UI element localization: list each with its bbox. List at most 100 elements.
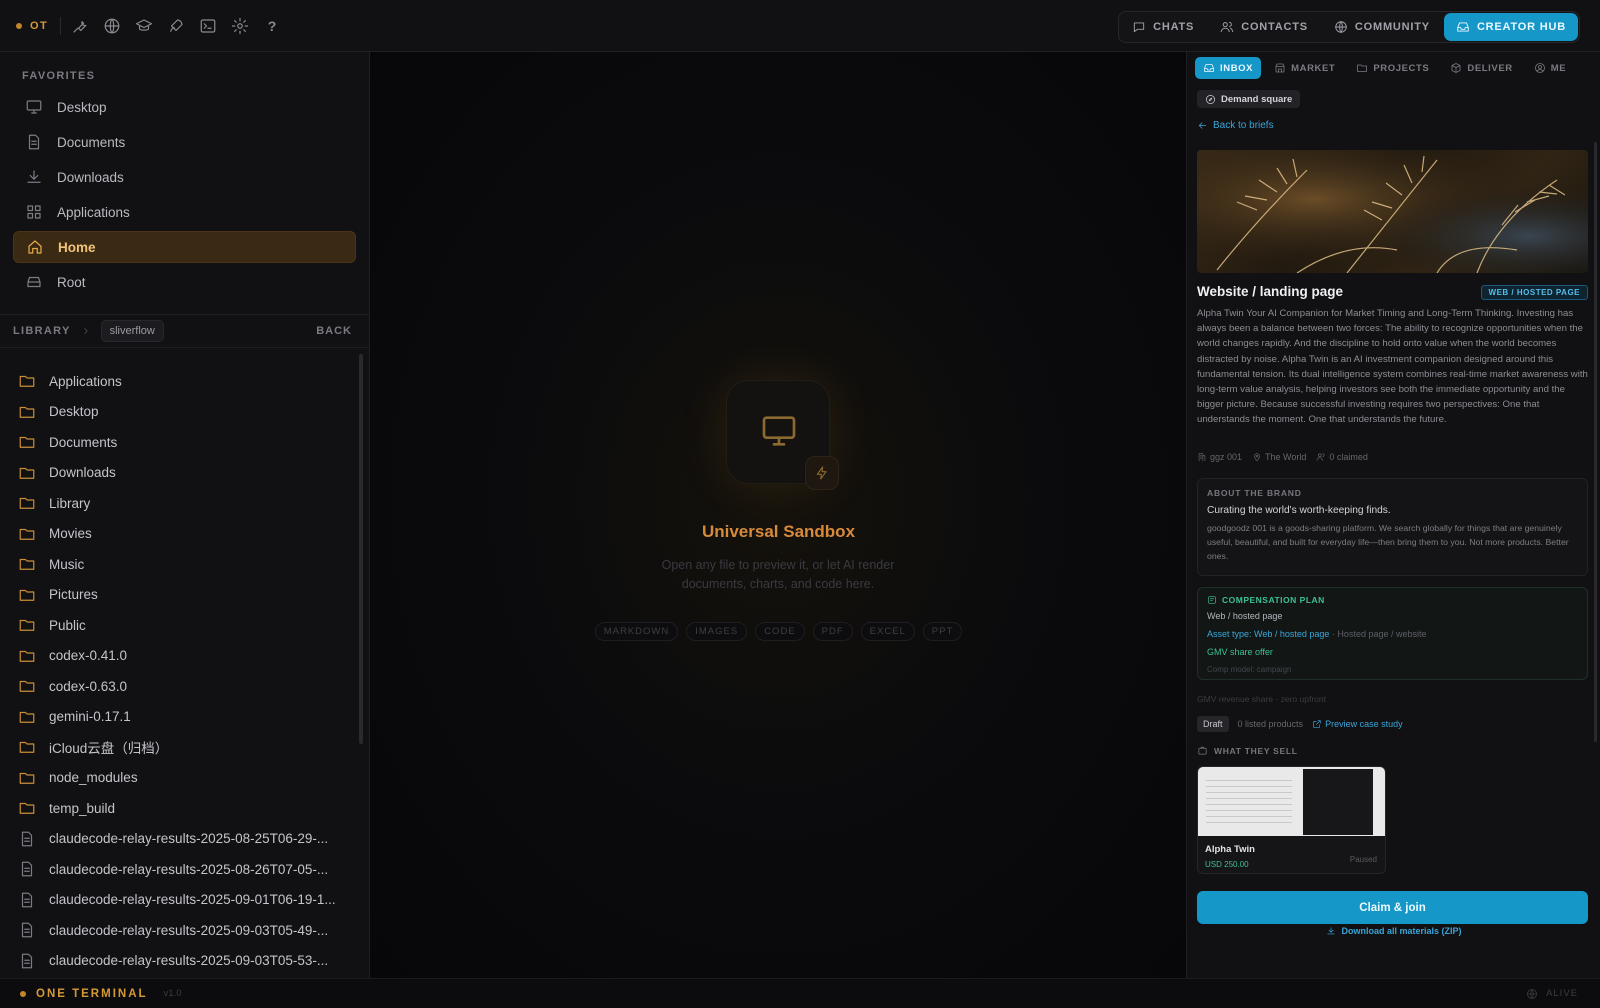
contacts-icon xyxy=(1220,21,1234,33)
nav-community[interactable]: COMMUNITY xyxy=(1322,13,1442,41)
claim-join-button[interactable]: Claim & join xyxy=(1197,891,1588,924)
file-icon xyxy=(21,892,33,908)
nav-frame: CHATS CONTACTS COMMUNITY CREATOR HUB xyxy=(1118,11,1580,43)
nav-creator-hub[interactable]: CREATOR HUB xyxy=(1443,13,1578,41)
folder-item[interactable]: Movies xyxy=(16,519,356,550)
map-pin-icon xyxy=(1254,453,1260,462)
folder-item[interactable]: Applications xyxy=(16,366,356,397)
favorite-downloads[interactable]: Downloads xyxy=(13,161,356,193)
file-name: Movies xyxy=(49,526,92,542)
folder-item[interactable]: Desktop xyxy=(16,397,356,428)
main-nav: CHATS CONTACTS COMMUNITY CREATOR HUB xyxy=(1118,11,1580,43)
listed-products-count: 0 listed products xyxy=(1237,719,1304,729)
rocket-icon[interactable] xyxy=(167,17,185,35)
status-dot xyxy=(16,22,22,29)
folder-item[interactable]: Downloads xyxy=(16,458,356,489)
back-button[interactable]: BACK xyxy=(316,325,352,337)
brief-type-badge: WEB / HOSTED PAGE xyxy=(1480,285,1588,300)
preview-case-study-link[interactable]: Preview case study xyxy=(1312,719,1403,729)
format-tag: CODE xyxy=(755,622,805,641)
demand-square-chip[interactable]: Demand square xyxy=(1197,90,1301,108)
file-name: claudecode-relay-results-2025-09-03T05-5… xyxy=(49,953,329,969)
favorite-documents[interactable]: Documents xyxy=(13,126,356,158)
file-name: Documents xyxy=(49,434,118,450)
file-item[interactable]: claudecode-relay-results-2025-08-26T07-0… xyxy=(16,854,356,885)
nav-contacts[interactable]: CONTACTS xyxy=(1208,13,1320,41)
folder-item[interactable]: Music xyxy=(16,549,356,580)
bolt-icon xyxy=(805,456,839,490)
demand-square-label: Demand square xyxy=(1221,93,1293,105)
favorite-label: Root xyxy=(57,274,86,290)
tab-deliver[interactable]: DELIVER xyxy=(1442,57,1520,79)
folder-item[interactable]: codex-0.41.0 xyxy=(16,641,356,672)
app-name: ONE TERMINAL xyxy=(36,987,148,1000)
about-tagline: Curating the world's worth-keeping finds… xyxy=(1207,505,1391,516)
library-link[interactable]: LIBRARY xyxy=(13,325,71,337)
top-bar: OT ? CHATS CONTACTS COMMUNITY CREATOR HU… xyxy=(0,0,1600,52)
nav-chats[interactable]: CHATS xyxy=(1120,13,1206,41)
format-tags: MARKDOWN IMAGES CODE PDF EXCEL PPT xyxy=(371,622,1186,641)
creator-hub-panel: INBOX MARKET PROJECTS DELIVER ME Demand … xyxy=(1186,52,1600,978)
folder-item[interactable]: gemini-0.17.1 xyxy=(16,702,356,733)
app-brand[interactable]: OT xyxy=(0,20,58,32)
file-icon xyxy=(21,861,33,877)
help-icon[interactable]: ? xyxy=(263,17,281,35)
compensation-card: COMPENSATION PLAN Web / hosted page Asse… xyxy=(1197,587,1588,680)
graduation-cap-icon[interactable] xyxy=(135,17,153,35)
folder-item[interactable]: node_modules xyxy=(16,763,356,794)
download-materials-link[interactable]: Download all materials (ZIP) xyxy=(1187,926,1600,936)
about-heading: ABOUT THE BRAND xyxy=(1207,488,1302,498)
tab-me[interactable]: ME xyxy=(1526,57,1574,79)
favorite-desktop[interactable]: Desktop xyxy=(13,91,356,123)
chevron-right-icon xyxy=(84,328,88,334)
sandbox-view: Universal Sandbox Open any file to previ… xyxy=(371,52,1186,978)
monitor-icon xyxy=(26,100,42,114)
favorite-home[interactable]: Home xyxy=(13,231,356,263)
what-they-sell-label: WHAT THEY SELL xyxy=(1214,745,1298,756)
file-item[interactable]: claudecode-relay-results-2025-09-01T06-1… xyxy=(16,885,356,916)
brief-description: Alpha Twin Your AI Companion for Market … xyxy=(1197,308,1588,426)
preview-case-study-label: Preview case study xyxy=(1325,719,1403,729)
back-to-briefs-label: Back to briefs xyxy=(1213,120,1274,131)
product-status: Paused xyxy=(1349,855,1377,864)
tab-inbox[interactable]: INBOX xyxy=(1195,57,1262,79)
folder-icon xyxy=(19,589,35,601)
file-name: claudecode-relay-results-2025-09-03T05-4… xyxy=(49,922,329,938)
folder-item[interactable]: Documents xyxy=(16,427,356,458)
meta-location-label: The World xyxy=(1265,452,1307,462)
hub-tabs: INBOX MARKET PROJECTS DELIVER ME xyxy=(1195,57,1574,79)
favorite-root[interactable]: Root xyxy=(13,266,356,298)
file-list: Applications Desktop Documents Downloads Lib… xyxy=(16,366,356,976)
terminal-icon[interactable] xyxy=(199,17,217,35)
folder-item[interactable]: temp_build xyxy=(16,793,356,824)
file-item[interactable]: claudecode-relay-results-2025-09-03T05-5… xyxy=(16,946,356,977)
file-item[interactable]: claudecode-relay-results-2025-09-03T05-4… xyxy=(16,915,356,946)
package-icon xyxy=(1451,63,1461,73)
folder-item[interactable]: Public xyxy=(16,610,356,641)
about-body: goodgoodz 001 is a goods-sharing platfor… xyxy=(1207,523,1569,561)
tab-market[interactable]: MARKET xyxy=(1266,57,1343,79)
product-thumbnail xyxy=(1198,767,1385,836)
current-folder-chip[interactable]: sliverflow xyxy=(100,320,164,342)
folder-icon xyxy=(19,406,35,418)
folder-item[interactable]: Pictures xyxy=(16,580,356,611)
file-item[interactable]: claudecode-relay-results-2025-08-25T06-2… xyxy=(16,824,356,855)
folder-item[interactable]: codex-0.63.0 xyxy=(16,671,356,702)
file-name: codex-0.63.0 xyxy=(49,678,128,694)
wrench-icon[interactable] xyxy=(71,17,89,35)
back-to-briefs-link[interactable]: Back to briefs xyxy=(1197,120,1274,131)
folder-item[interactable]: Library xyxy=(16,488,356,519)
file-name: Downloads xyxy=(49,465,116,481)
gear-icon[interactable] xyxy=(231,17,249,35)
file-icon xyxy=(21,922,33,938)
compensation-heading-label: COMPENSATION PLAN xyxy=(1222,595,1325,605)
file-name: node_modules xyxy=(49,770,138,786)
sidebar-scrollbar[interactable] xyxy=(359,354,363,744)
tab-projects[interactable]: PROJECTS xyxy=(1348,57,1437,79)
panel-scrollbar[interactable] xyxy=(1594,142,1597,742)
folder-item[interactable]: iCloud云盘（归档） xyxy=(16,732,356,763)
favorite-applications[interactable]: Applications xyxy=(13,196,356,228)
file-name: temp_build xyxy=(49,800,116,816)
product-card[interactable]: Alpha Twin USD 250.00 Paused xyxy=(1197,766,1386,874)
globe-icon[interactable] xyxy=(103,17,121,35)
